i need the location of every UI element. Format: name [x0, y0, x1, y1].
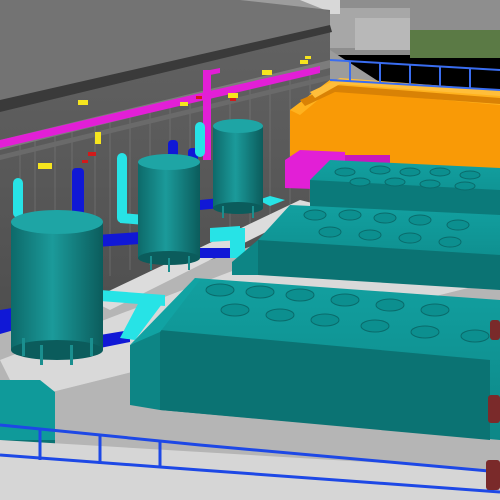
plant-model-render — [0, 0, 500, 500]
storage-tank-1 — [11, 210, 103, 365]
storage-tank-3 — [213, 119, 263, 218]
storage-tank-2 — [138, 154, 200, 272]
plant-3d-viewport — [0, 0, 500, 500]
